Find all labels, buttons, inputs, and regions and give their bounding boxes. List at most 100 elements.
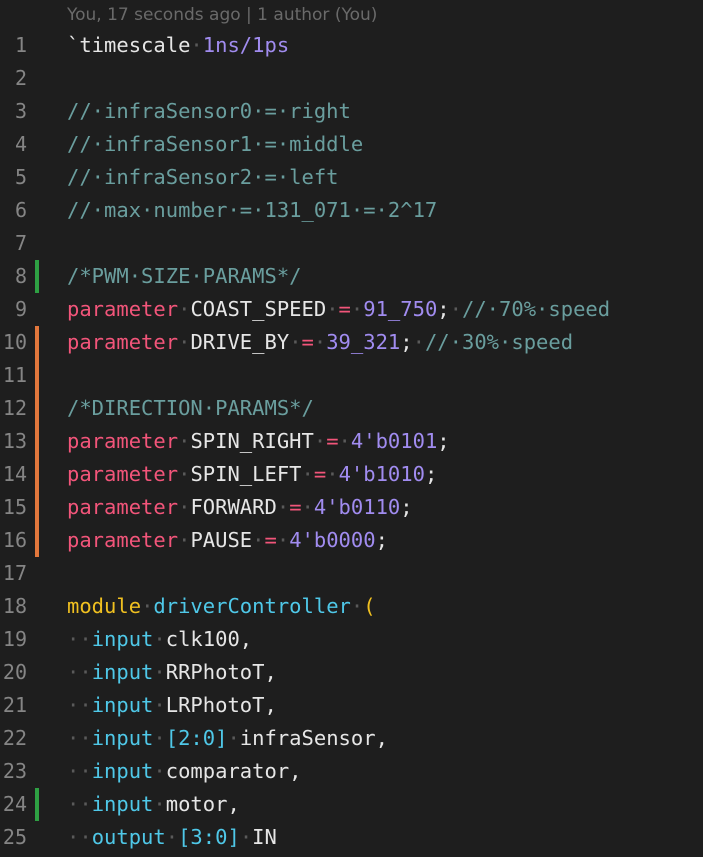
code-line[interactable]: 10 parameter·DRIVE_BY·=·39_321;·//·30%·sp… [0,326,703,359]
code-line[interactable]: 23 ··input·comparator, [0,755,703,788]
line-number[interactable]: 22 [0,722,27,755]
git-modified-gutter-marker[interactable] [35,392,39,425]
code-text[interactable]: ··input·clk100, [67,623,252,656]
code-line[interactable]: 24 ··input·motor, [0,788,703,821]
code-text[interactable]: ··input·RRPhotoT, [67,656,277,689]
git-modified-gutter-marker[interactable] [35,326,39,359]
code-line[interactable]: 4 //·infraSensor1·=·middle [0,128,703,161]
code-text[interactable]: `timescale·1ns/1ps [67,29,289,62]
code-line[interactable]: 5 //·infraSensor2·=·left [0,161,703,194]
line-number[interactable]: 11 [0,359,27,392]
token-ws: · [412,330,425,354]
line-number[interactable]: 21 [0,689,27,722]
line-number[interactable]: 25 [0,821,27,854]
line-number[interactable]: 17 [0,557,27,590]
line-number[interactable]: 10 [0,326,27,359]
token-port: input [91,759,154,783]
line-number[interactable]: 15 [0,491,27,524]
code-text[interactable]: ··input·motor, [67,788,240,821]
code-text[interactable]: //·infraSensor0·=·right [67,95,351,128]
code-line[interactable]: 8 /*PWM·SIZE·PARAMS*/ [0,260,703,293]
code-editor[interactable]: You, 17 seconds ago | 1 author (You) 1 `t… [0,0,703,857]
git-modified-gutter-marker[interactable] [35,425,39,458]
line-number[interactable]: 3 [0,95,27,128]
code-text[interactable]: //·infraSensor2·=·left [67,161,339,194]
line-number[interactable]: 8 [0,260,27,293]
token-punct: ; [400,495,413,519]
code-text[interactable]: parameter·SPIN_RIGHT·=·4'b0101; [67,425,450,458]
code-line[interactable]: 19 ··input·clk100, [0,623,703,656]
code-text[interactable]: parameter·COAST_SPEED·=·91_750;·//·70%·s… [67,293,610,326]
code-text[interactable]: ··output·[3:0]·IN [67,821,277,854]
line-number[interactable]: 4 [0,128,27,161]
code-line[interactable]: 14 parameter·SPIN_LEFT·=·4'b1010; [0,458,703,491]
code-line[interactable]: 1 `timescale·1ns/1ps [0,29,703,62]
code-line[interactable]: 20 ··input·RRPhotoT, [0,656,703,689]
git-modified-gutter-marker[interactable] [35,524,39,557]
token-ws: · [153,627,166,651]
line-number[interactable]: 5 [0,161,27,194]
line-number[interactable]: 20 [0,656,27,689]
code-line[interactable]: 21 ··input·LRPhotoT, [0,689,703,722]
line-number[interactable]: 1 [0,29,27,62]
line-number[interactable]: 23 [0,755,27,788]
code-text[interactable]: module·driverController·( [67,590,376,623]
line-number[interactable]: 2 [0,62,27,95]
code-line[interactable]: 2 [0,62,703,95]
git-modified-gutter-marker[interactable] [35,458,39,491]
code-text[interactable]: /*DIRECTION·PARAMS*/ [67,392,314,425]
token-funcname: driverController [153,594,351,618]
git-modified-gutter-marker[interactable] [35,359,39,392]
code-text[interactable]: ··input·[2:0]·infraSensor, [67,722,388,755]
code-line[interactable]: 9 parameter·COAST_SPEED·=·91_750;·//·70%·… [0,293,703,326]
git-blame-annotation[interactable]: You, 17 seconds ago | 1 author (You) [67,2,377,28]
token-indent: ·· [67,825,92,849]
code-line[interactable]: 13 parameter·SPIN_RIGHT·=·4'b0101; [0,425,703,458]
code-line[interactable]: 22 ··input·[2:0]·infraSensor, [0,722,703,755]
line-number[interactable]: 12 [0,392,27,425]
git-added-gutter-marker[interactable] [35,788,39,821]
line-number[interactable]: 19 [0,623,27,656]
git-modified-gutter-marker[interactable] [35,491,39,524]
code-text[interactable]: parameter·DRIVE_BY·=·39_321;·//·30%·spee… [67,326,573,359]
code-line[interactable]: 17 [0,557,703,590]
code-text[interactable]: ··input·comparator, [67,755,302,788]
code-line[interactable]: 15 parameter·FORWARD·=·4'b0110; [0,491,703,524]
code-line[interactable]: 18 module·driverController·( [0,590,703,623]
token-ws: · [449,297,462,321]
line-number[interactable]: 13 [0,425,27,458]
line-number[interactable]: 14 [0,458,27,491]
code-text[interactable]: parameter·SPIN_LEFT·=·4'b1010; [67,458,437,491]
code-line[interactable]: 12 /*DIRECTION·PARAMS*/ [0,392,703,425]
git-added-gutter-marker[interactable] [35,260,39,293]
code-line[interactable]: 7 [0,227,703,260]
code-line[interactable]: 16 parameter·PAUSE·=·4'b0000; [0,524,703,557]
line-number[interactable]: 6 [0,194,27,227]
token-ident: LRPhotoT, [165,693,277,717]
token-number: 4'b0000 [289,528,376,552]
code-line[interactable]: 6 //·max·number·=·131_071·=·2^17 [0,194,703,227]
line-number[interactable]: 18 [0,590,27,623]
code-text[interactable]: /*PWM·SIZE·PARAMS*/ [67,260,302,293]
token-comment: //·70%·speed [461,297,611,321]
code-line[interactable]: 3 //·infraSensor0·=·right [0,95,703,128]
code-text[interactable]: parameter·FORWARD·=·4'b0110; [67,491,413,524]
code-text[interactable]: parameter·PAUSE·=·4'b0000; [67,524,388,557]
token-indent: ·· [67,726,92,750]
token-ident: comparator, [165,759,302,783]
token-comment: //·max·number·=·131_071·=·2^17 [67,198,438,222]
token-number: 4'b0101 [350,429,438,453]
line-number[interactable]: 24 [0,788,27,821]
editor-lines[interactable]: 1 `timescale·1ns/1ps 2 3 //·infraSensor0·=·r… [0,29,703,854]
code-line[interactable]: 11 [0,359,703,392]
code-line[interactable]: 25 ··output·[3:0]·IN [0,821,703,854]
line-number[interactable]: 7 [0,227,27,260]
code-text[interactable]: ··input·LRPhotoT, [67,689,277,722]
token-ident: SPIN_RIGHT [190,429,314,453]
line-number[interactable]: 16 [0,524,27,557]
token-keyword: parameter [67,495,179,519]
line-number[interactable]: 9 [0,293,27,326]
token-ws: · [153,792,166,816]
code-text[interactable]: //·infraSensor1·=·middle [67,128,363,161]
code-text[interactable]: //·max·number·=·131_071·=·2^17 [67,194,437,227]
